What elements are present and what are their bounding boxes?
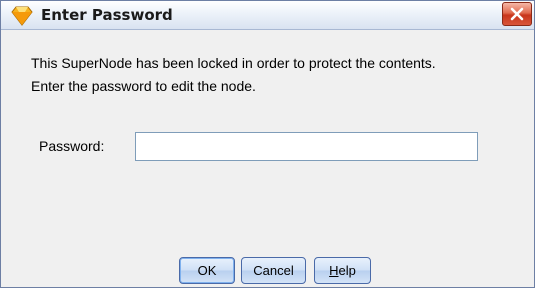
help-label-rest: elp bbox=[338, 263, 356, 278]
password-label: Password: bbox=[39, 138, 105, 154]
close-icon bbox=[510, 7, 524, 21]
enter-password-dialog: Enter Password This SuperNode has been l… bbox=[0, 0, 535, 288]
close-button[interactable] bbox=[502, 2, 532, 26]
lock-message: This SuperNode has been locked in order … bbox=[31, 52, 436, 98]
help-button[interactable]: Help bbox=[314, 257, 371, 284]
title-bar[interactable]: Enter Password bbox=[1, 1, 534, 30]
ok-button[interactable]: OK bbox=[179, 257, 235, 284]
help-mnemonic: H bbox=[329, 263, 339, 278]
message-line-1: This SuperNode has been locked in order … bbox=[31, 55, 436, 71]
password-field[interactable] bbox=[135, 132, 478, 161]
dialog-title: Enter Password bbox=[41, 6, 173, 24]
diamond-icon bbox=[11, 6, 33, 26]
message-line-2: Enter the password to edit the node. bbox=[31, 78, 256, 94]
cancel-button[interactable]: Cancel bbox=[241, 257, 306, 284]
